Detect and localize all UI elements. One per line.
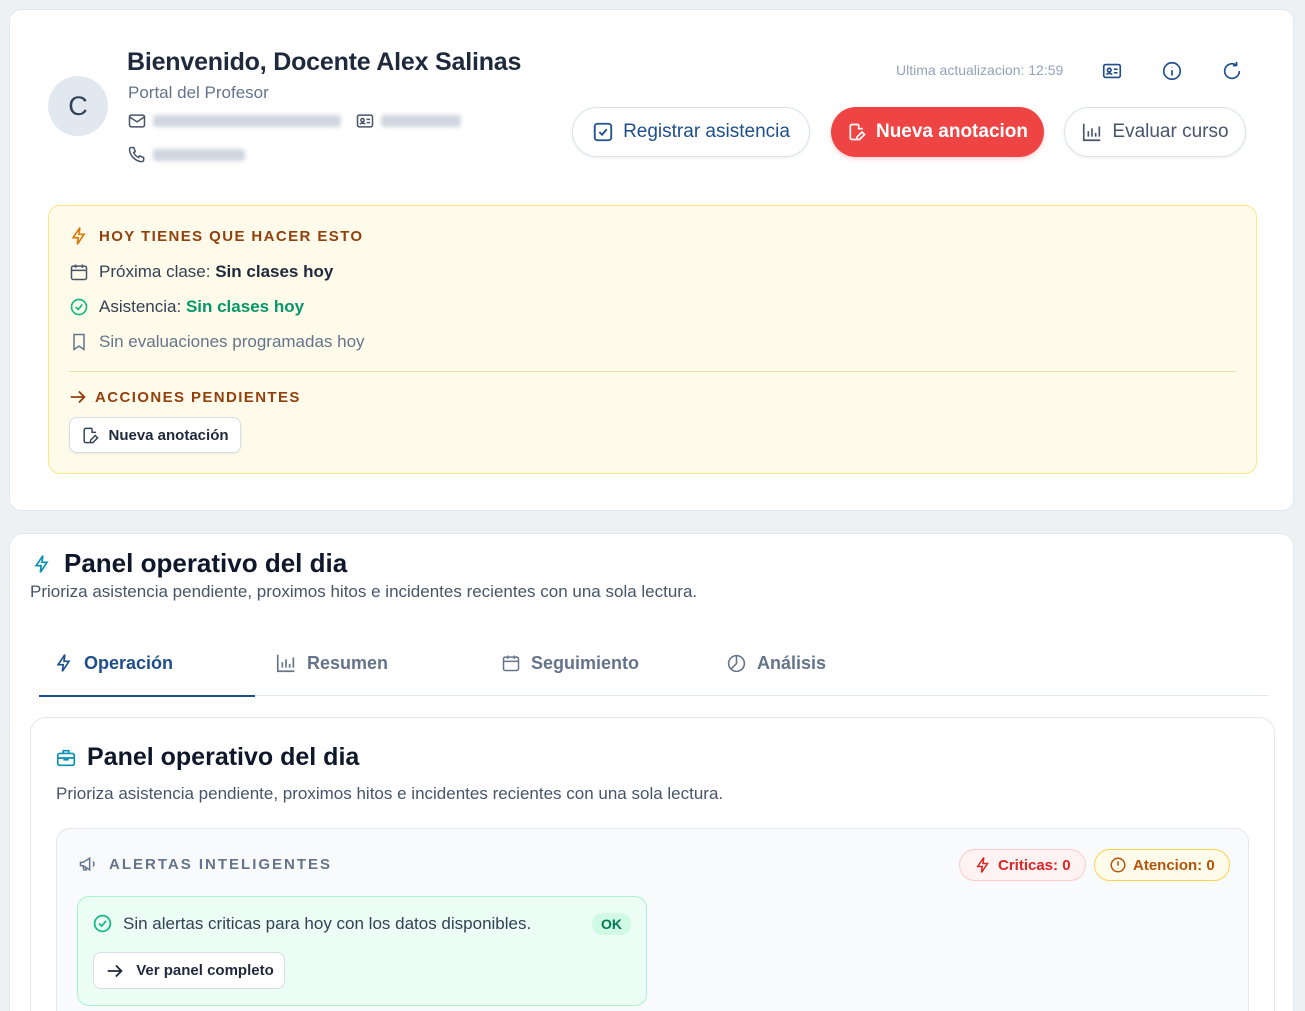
phone-icon <box>127 145 147 165</box>
evaluations-row: Sin evaluaciones programadas hoy <box>69 332 365 352</box>
phone-redacted <box>153 149 245 161</box>
panel-subtitle: Prioriza asistencia pendiente, proximos … <box>30 582 698 601</box>
attention-badge: Atencion: 0 <box>1094 849 1230 881</box>
operations-panel-card: Panel operativo del dia Prioriza asisten… <box>9 533 1294 1011</box>
bolt-icon <box>54 653 74 673</box>
edit-document-icon <box>81 426 100 445</box>
id-redacted <box>381 115 461 127</box>
briefcase-icon <box>55 747 77 769</box>
attendance-row: Asistencia: Sin clases hoy <box>69 297 304 317</box>
check-circle-icon <box>69 297 89 317</box>
pending-new-note-button[interactable]: Nueva anotación <box>69 417 241 453</box>
calendar-icon <box>501 653 521 673</box>
view-full-panel-button[interactable]: Ver panel completo <box>93 952 285 989</box>
avatar: C <box>48 76 108 136</box>
pie-chart-icon <box>726 653 747 674</box>
evaluate-course-button[interactable]: Evaluar curso <box>1064 107 1246 157</box>
mail-icon <box>127 111 147 131</box>
operation-subtitle: Prioriza asistencia pendiente, proximos … <box>56 784 724 803</box>
tab-analisis[interactable]: Análisis <box>726 630 826 696</box>
last-updated: Ultima actualizacion: 12:59 <box>896 62 1064 78</box>
id-card-icon <box>355 111 375 131</box>
calendar-icon <box>69 262 89 282</box>
panel-title: Panel operativo del dia <box>32 548 347 579</box>
smart-alerts-panel: ALERTAS INTELIGENTES Criticas: 0 Atencio… <box>56 828 1249 1011</box>
portal-subtitle: Portal del Profesor <box>128 83 269 102</box>
welcome-card: C Bienvenido, Docente Alex Salinas Porta… <box>9 9 1294 511</box>
edit-document-icon <box>847 122 867 142</box>
contact-phone-row <box>127 145 245 165</box>
today-todo-panel: HOY TIENES QUE HACER ESTO Próxima clase:… <box>48 205 1257 474</box>
divider <box>69 371 1236 372</box>
no-alerts-box: Sin alertas criticas para hoy con los da… <box>77 896 647 1006</box>
alerts-heading: ALERTAS INTELIGENTES <box>77 854 332 874</box>
tab-resumen[interactable]: Resumen <box>275 630 388 696</box>
register-attendance-button[interactable]: Registrar asistencia <box>572 107 810 157</box>
tab-operacion[interactable]: Operación <box>54 630 173 696</box>
pending-actions-heading: ACCIONES PENDIENTES <box>67 386 301 408</box>
id-card-icon[interactable] <box>1099 58 1125 84</box>
bookmark-icon <box>69 332 89 352</box>
bar-chart-icon <box>275 652 297 674</box>
operation-card: Panel operativo del dia Prioriza asisten… <box>30 717 1275 1011</box>
panel-tabs: Operación Resumen Seguimiento Análisis <box>39 630 1269 697</box>
refresh-icon[interactable] <box>1219 58 1245 84</box>
bolt-icon <box>69 226 89 246</box>
no-alerts-message: Sin alertas criticas para hoy con los da… <box>92 913 531 934</box>
todo-heading: HOY TIENES QUE HACER ESTO <box>69 226 364 246</box>
checkbox-icon <box>592 121 614 143</box>
operation-title: Panel operativo del dia <box>55 743 359 772</box>
new-note-button[interactable]: Nueva anotacion <box>831 107 1044 157</box>
arrow-right-icon <box>67 386 89 408</box>
info-icon[interactable] <box>1159 58 1185 84</box>
megaphone-icon <box>77 854 99 874</box>
arrow-right-icon <box>104 960 126 982</box>
bolt-icon <box>974 856 992 874</box>
tab-seguimiento[interactable]: Seguimiento <box>501 630 639 696</box>
contact-email-row <box>127 111 461 131</box>
critical-badge: Criticas: 0 <box>959 849 1086 881</box>
alert-circle-icon <box>1109 856 1127 874</box>
bar-chart-icon <box>1081 121 1103 143</box>
bolt-icon <box>32 553 52 575</box>
active-tab-indicator <box>39 695 255 697</box>
ok-badge: OK <box>592 913 631 935</box>
email-redacted <box>153 115 341 127</box>
page-title: Bienvenido, Docente Alex Salinas <box>127 48 522 76</box>
next-class-row: Próxima clase: Sin clases hoy <box>69 262 333 282</box>
check-circle-icon <box>92 913 113 934</box>
